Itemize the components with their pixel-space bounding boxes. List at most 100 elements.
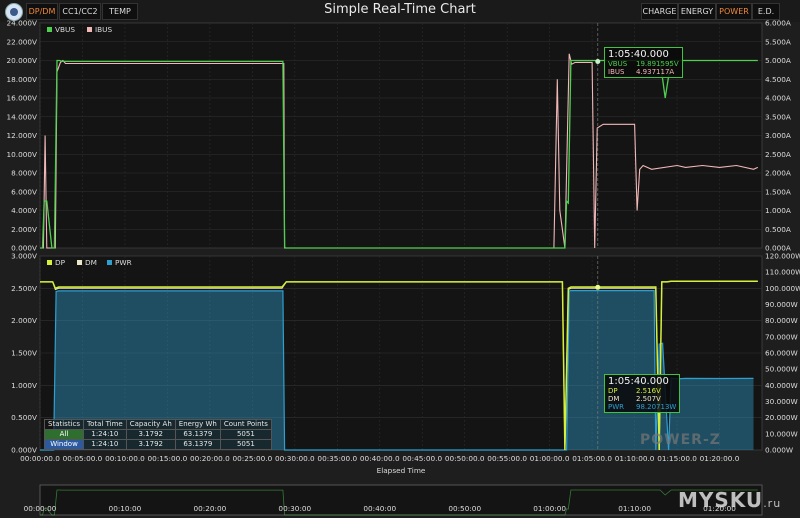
- y-left-tick-label: 1.500V: [11, 349, 37, 358]
- tooltip-label: PWR: [608, 403, 625, 411]
- x-tick-label: 00:10:00.0: [105, 454, 145, 463]
- legend-swatch: [47, 27, 52, 32]
- overview-tick-label: 00:40:00: [363, 504, 396, 513]
- stats-header-cell: Capacity Ah: [125, 419, 176, 430]
- x-tick-label: 00:35:00.0: [317, 454, 357, 463]
- y-left-tick-label: 8.000V: [11, 169, 37, 178]
- legend-swatch: [87, 27, 92, 32]
- tooltip-bottom-chart: 1:05:40.000 DP 2.516V DM 2.507V PWR 98.2071…: [604, 374, 681, 413]
- stats-cell: 5051: [219, 429, 272, 440]
- tooltip-time: 1:05:40.000: [608, 376, 669, 387]
- x-tick-label: 00:40:00.0: [360, 454, 400, 463]
- stats-row-label: Window: [44, 439, 84, 450]
- y-left-tick-label: 2.500V: [11, 284, 37, 293]
- y-left-tick-label: 1.000V: [11, 381, 37, 390]
- y-left-tick-label: 2.000V: [11, 316, 37, 325]
- statistics-table: Statistics Total Time Capacity Ah Energy…: [44, 419, 272, 450]
- tooltip-row-pwr: PWR 98.20713W: [608, 403, 676, 411]
- y-left-tick-label: 14.000V: [6, 112, 37, 121]
- y-right-tick-label: 0.500A: [765, 225, 791, 234]
- x-tick-label: 00:30:00.0: [275, 454, 315, 463]
- y-right-tick-label: 120.000W: [765, 252, 800, 261]
- tooltip-label: DM: [608, 395, 620, 403]
- legend-label: PWR: [115, 258, 132, 267]
- y-right-tick-label: 10.000W: [765, 429, 798, 438]
- stats-cell: 3.1792: [125, 439, 176, 450]
- overview-tick-label: 00:30:00: [278, 504, 311, 513]
- tooltip-row-dp: DP 2.516V: [608, 387, 676, 395]
- y-right-tick-label: 40.000W: [765, 381, 798, 390]
- y-right-tick-label: 2.500A: [765, 150, 791, 159]
- stats-header-cell: Energy Wh: [174, 419, 221, 430]
- y-right-tick-label: 100.000W: [765, 284, 800, 293]
- tooltip-row-vbus: VBUS 19.891595V: [608, 60, 679, 68]
- x-tick-label: 00:45:00.0: [402, 454, 442, 463]
- legend-swatch: [77, 260, 82, 265]
- stats-cell: 3.1792: [125, 429, 176, 440]
- x-tick-label: 00:05:00.0: [63, 454, 103, 463]
- y-left-tick-label: 0.500V: [11, 413, 37, 422]
- tooltip-value: 98.20713W: [636, 403, 677, 411]
- y-left-tick-label: 6.000V: [11, 187, 37, 196]
- stats-cell: 1:24:10: [83, 439, 127, 450]
- y-right-tick-label: 5.000A: [765, 56, 791, 65]
- stats-row-label: All: [44, 429, 84, 440]
- x-axis-title: Elapsed Time: [377, 466, 426, 475]
- overview-tick-label: 01:00:00: [533, 504, 566, 513]
- tooltip-value: 4.937117A: [636, 68, 675, 76]
- tooltip-label: DP: [608, 387, 618, 395]
- y-right-tick-label: 4.000A: [765, 94, 791, 103]
- stats-cell: 1:24:10: [83, 429, 127, 440]
- y-right-tick-label: 4.500A: [765, 75, 791, 84]
- y-left-tick-label: 16.000V: [6, 94, 37, 103]
- stats-header-cell: Total Time: [83, 419, 127, 430]
- stats-cell: 5051: [219, 439, 272, 450]
- x-tick-label: 01:05:00.0: [572, 454, 612, 463]
- legend-swatch: [107, 260, 112, 265]
- overview-navigator: [39, 484, 763, 516]
- stats-cell: 63.1379: [174, 429, 221, 440]
- y-left-tick-label: 10.000V: [6, 150, 37, 159]
- brand-watermark: POWER-Z: [640, 432, 721, 448]
- y-right-tick-label: 20.000W: [765, 413, 798, 422]
- legend-label: DM: [85, 258, 97, 267]
- y-left-tick-label: 18.000V: [6, 75, 37, 84]
- x-tick-label: 00:50:00.0: [445, 454, 485, 463]
- site-watermark: MYSKU.ru: [678, 488, 781, 512]
- y-right-tick-label: 2.000A: [765, 169, 791, 178]
- y-left-tick-label: 20.000V: [6, 56, 37, 65]
- crosshair-point-vbus: [595, 59, 601, 65]
- y-left-tick-label: 22.000V: [6, 37, 37, 46]
- tooltip-row-dm: DM 2.507V: [608, 395, 676, 403]
- y-right-tick-label: 30.000W: [765, 397, 798, 406]
- y-right-tick-label: 1.500A: [765, 187, 791, 196]
- stats-header-cell: Count Points: [219, 419, 272, 430]
- y-right-tick-label: 6.000A: [765, 19, 791, 28]
- x-tick-label: 00:15:00.0: [148, 454, 188, 463]
- tooltip-value: 19.891595V: [636, 60, 679, 68]
- x-tick-label: 00:25:00.0: [232, 454, 272, 463]
- stats-cell: 63.1379: [174, 439, 221, 450]
- stats-header-cell: Statistics: [44, 419, 84, 430]
- x-tick-label: 01:20:00.0: [700, 454, 740, 463]
- overview-tick-label: 01:10:00: [618, 504, 651, 513]
- y-right-tick-label: 1.000A: [765, 206, 791, 215]
- site-watermark-name: MYSKU: [678, 488, 764, 512]
- tooltip-label: IBUS: [608, 68, 625, 76]
- tooltip-value: 2.507V: [636, 395, 661, 403]
- x-tick-label: 01:00:00.0: [530, 454, 570, 463]
- y-right-tick-label: 80.000W: [765, 316, 798, 325]
- y-left-tick-label: 24.000V: [6, 19, 37, 28]
- y-right-tick-label: 5.500A: [765, 37, 791, 46]
- x-tick-label: 01:15:00.0: [657, 454, 697, 463]
- y-left-tick-label: 12.000V: [6, 131, 37, 140]
- statistics-row-all: All 1:24:10 3.1792 63.1379 5051: [44, 429, 272, 440]
- tooltip-label: VBUS: [608, 60, 628, 68]
- statistics-row-window: Window 1:24:10 3.1792 63.1379 5051: [44, 439, 272, 450]
- legend-swatch: [47, 260, 52, 265]
- y-left-tick-label: 3.000V: [11, 252, 37, 261]
- y-right-tick-label: 90.000W: [765, 300, 798, 309]
- x-tick-label: 00:55:00.0: [487, 454, 527, 463]
- y-left-tick-label: 4.000V: [11, 206, 37, 215]
- tooltip-value: 2.516V: [636, 387, 661, 395]
